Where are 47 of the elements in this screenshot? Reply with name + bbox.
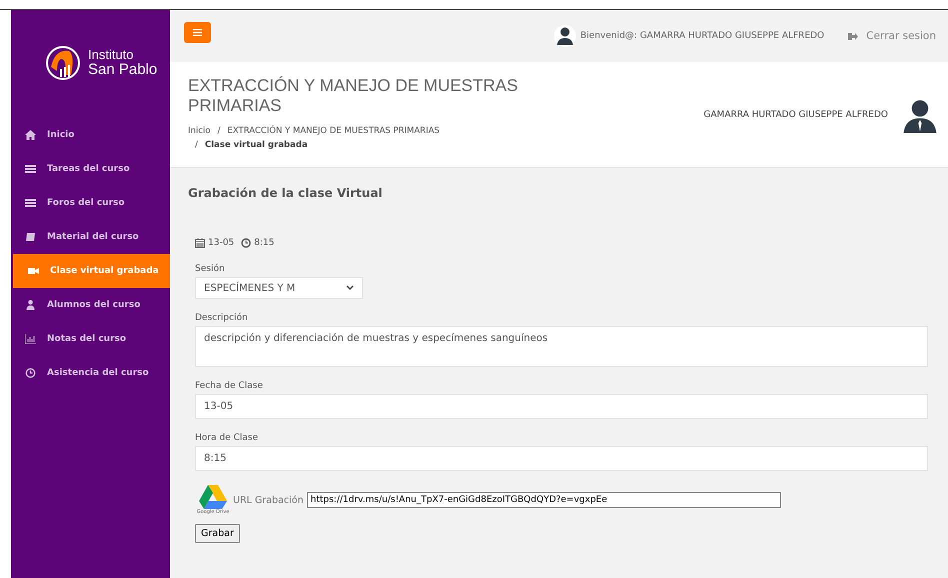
sidebar-item[interactable]: Tareas del curso: [11, 152, 170, 186]
user-name: GAMARRA HURTADO GIUSEPPE ALFREDO: [704, 110, 888, 120]
drive-logo-icon: [199, 485, 227, 509]
user-icon: [25, 300, 36, 310]
breadcrumb-link[interactable]: Inicio: [188, 126, 210, 136]
clock-icon: [241, 238, 252, 248]
brand-name: Instituto: [88, 48, 135, 62]
logout-icon: [848, 32, 858, 40]
session-select[interactable]: ESPECÍMENES Y M: [195, 277, 363, 299]
book-icon: [25, 232, 36, 242]
home-icon: [25, 130, 36, 140]
sidebar-item[interactable]: Asistencia del curso: [11, 356, 170, 390]
date-field[interactable]: 13-05: [195, 394, 928, 419]
sidebar-item[interactable]: Foros del curso: [11, 186, 170, 220]
save-button[interactable]: Grabar: [195, 524, 240, 543]
welcome-text: Bienvenid@: GAMARRA HURTADO GIUSEPPE ALFREDO: [580, 31, 824, 41]
page-title: EXTRACCIÓN Y MANEJO DE MUESTRAS PRIMARIAS: [188, 76, 518, 116]
time-field[interactable]: 8:15: [195, 446, 928, 471]
user-avatar-icon: [554, 25, 576, 47]
field-label: URL Grabación: [233, 494, 304, 506]
breadcrumb-current: Clase virtual grabada: [204, 140, 308, 150]
menu-button[interactable]: [184, 22, 211, 42]
date-text: 13-05: [208, 238, 234, 248]
sidebar-item[interactable]: Material del curso: [11, 220, 170, 254]
url-field[interactable]: https://1drv.ms/u/s!Anu_TpX7-enGiGd8EzoITGBQdQYD?e=vgxpEe: [306, 492, 781, 508]
field-label: Hora de Clase: [195, 433, 259, 443]
sidebar-item[interactable]: Alumnos del curso: [11, 288, 170, 322]
bar-chart-icon: [25, 334, 36, 344]
list-icon: [25, 164, 36, 174]
chevron-down-icon: [346, 285, 354, 291]
menu-icon: [193, 28, 202, 36]
calendar-icon: [195, 238, 205, 248]
time-text: 8:15: [254, 238, 274, 248]
section-heading: Grabación de la clase Virtual: [188, 186, 384, 200]
brand-name: San Pablo: [88, 62, 158, 78]
sidebar-item[interactable]: Inicio: [11, 118, 170, 152]
field-label: Descripción: [195, 313, 249, 323]
description-field[interactable]: descripción y diferenciación de muestras y especímenes sanguíneos: [195, 326, 928, 367]
list-icon: [25, 198, 36, 208]
sidebar-item[interactable]: Notas del curso: [11, 322, 170, 356]
field-label: Fecha de Clase: [195, 381, 264, 391]
breadcrumb-separator: /: [195, 140, 198, 150]
field-label: Sesión: [195, 264, 226, 274]
breadcrumb-link[interactable]: EXTRACCIÓN Y MANEJO DE MUESTRAS PRIMARIAS: [227, 126, 440, 136]
clock-icon: [25, 368, 36, 378]
breadcrumb-separator: /: [218, 126, 220, 136]
video-camera-icon: [28, 266, 39, 276]
